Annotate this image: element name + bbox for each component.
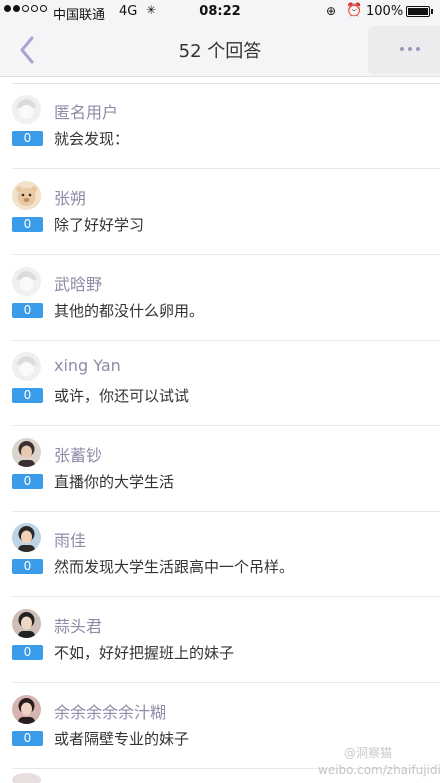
answer-item[interactable]: 蒜头君 0 不如，好好把握班上的妹子 [0, 597, 440, 683]
rotation-lock-icon: ⊕ [326, 4, 337, 18]
answer-text: 除了好好学习 [54, 216, 145, 234]
avatar[interactable] [12, 438, 41, 467]
answer-item[interactable]: 张蓄钞 0 直播你的大学生活 [0, 426, 440, 512]
avatar[interactable] [12, 695, 41, 724]
answer-item[interactable]: 匿名用户 0 就会发现： [0, 83, 440, 169]
answer-text: 就会发现： [54, 130, 130, 148]
watermark-url: weibo.com/zhaifujidi [318, 763, 440, 777]
vote-count-badge: 0 [12, 645, 43, 660]
avatar[interactable] [12, 352, 41, 381]
more-icon [400, 47, 420, 51]
username[interactable]: xing Yan [54, 356, 121, 375]
navigation-bar: 52 个回答 [0, 24, 440, 77]
username[interactable]: 武晗野 [54, 271, 102, 295]
answer-item[interactable]: 雨佳 0 然而发现大学生活跟高中一个吊样。 [0, 511, 440, 597]
avatar [12, 773, 41, 783]
answer-item[interactable]: 武晗野 0 其他的都没什么卵用。 [0, 255, 440, 341]
vote-count-badge: 0 [12, 217, 43, 232]
vote-count-badge: 0 [12, 131, 43, 146]
screen: 中国联通 4G ✳ 08:22 ⊕ ⏰ 100% 52 个回答 匿名用户 0 就会发… [0, 0, 440, 783]
vote-count-badge: 0 [12, 303, 43, 318]
username[interactable]: 张蓄钞 [54, 442, 102, 466]
battery-percent: 100% [366, 4, 404, 19]
username[interactable]: 余余余余余汁糊 [54, 699, 166, 723]
username[interactable]: 蒜头君 [54, 613, 102, 637]
vote-count-badge: 0 [12, 474, 43, 489]
answer-item[interactable]: xing Yan 0 或许，你还可以试试 [0, 340, 440, 426]
avatar[interactable] [12, 95, 41, 124]
battery-icon [406, 6, 430, 17]
status-bar: 中国联通 4G ✳ 08:22 ⊕ ⏰ 100% [0, 0, 440, 24]
battery-tip [431, 9, 433, 14]
watermark-logo: @洞察猫 [344, 746, 393, 760]
answer-item[interactable]: 张朔 0 除了好好学习 [0, 169, 440, 255]
more-button[interactable] [368, 26, 440, 74]
answer-text: 直播你的大学生活 [54, 473, 175, 491]
avatar[interactable] [12, 267, 41, 296]
avatar[interactable] [12, 181, 41, 210]
username[interactable]: 雨佳 [54, 527, 86, 551]
avatar[interactable] [12, 609, 41, 638]
username[interactable]: 匿名用户 [54, 99, 118, 123]
alarm-icon: ⏰ [346, 3, 363, 18]
answer-text: 或者隔壁专业的妹子 [54, 730, 190, 748]
answer-text: 然而发现大学生活跟高中一个吊样。 [54, 558, 295, 576]
vote-count-badge: 0 [12, 559, 43, 574]
answer-text: 其他的都没什么卵用。 [54, 302, 205, 320]
answer-text: 或许，你还可以试试 [54, 387, 190, 405]
avatar[interactable] [12, 523, 41, 552]
vote-count-badge: 0 [12, 731, 43, 746]
username[interactable]: 张朔 [54, 185, 86, 209]
vote-count-badge: 0 [12, 388, 43, 403]
answer-text: 不如，好好把握班上的妹子 [54, 644, 235, 662]
